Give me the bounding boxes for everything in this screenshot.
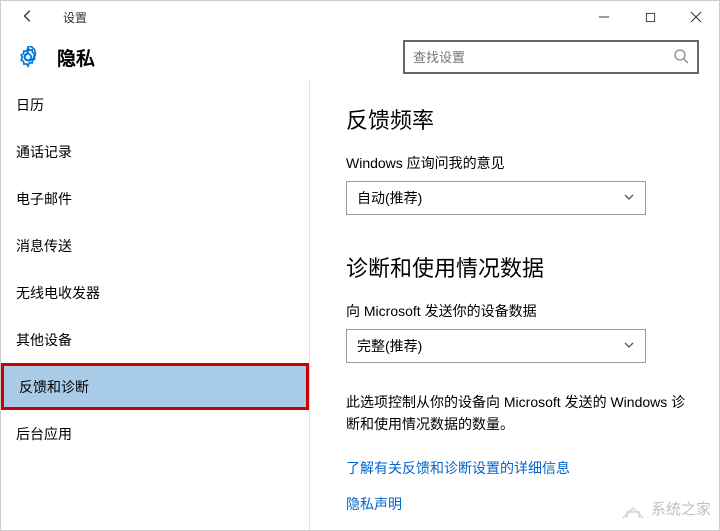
privacy-statement-link[interactable]: 隐私声明 — [346, 494, 687, 514]
sidebar-item-label: 通话记录 — [16, 142, 72, 162]
sidebar-item-background-apps[interactable]: 后台应用 — [1, 410, 309, 457]
sidebar-item-label: 日历 — [16, 95, 44, 115]
dropdown-value: 完整(推荐) — [357, 336, 623, 356]
sidebar-item-feedback-diagnostics[interactable]: 反馈和诊断 — [1, 363, 309, 410]
minimize-icon — [598, 11, 610, 23]
gear-icon — [17, 46, 39, 68]
diagnostics-heading: 诊断和使用情况数据 — [346, 251, 687, 283]
content: 日历 通话记录 电子邮件 消息传送 无线电收发器 其他设备 反馈和诊断 后台应用… — [1, 81, 719, 530]
sidebar: 日历 通话记录 电子邮件 消息传送 无线电收发器 其他设备 反馈和诊断 后台应用 — [1, 81, 310, 530]
diagnostics-label: 向 Microsoft 发送你的设备数据 — [346, 301, 687, 321]
maximize-button[interactable] — [627, 1, 673, 33]
sidebar-item-label: 反馈和诊断 — [19, 377, 89, 397]
arrow-left-icon — [21, 9, 35, 23]
minimize-button[interactable] — [581, 1, 627, 33]
sidebar-item-label: 消息传送 — [16, 236, 72, 256]
close-icon — [690, 11, 702, 23]
window-controls — [581, 1, 719, 33]
app-title: 设置 — [63, 9, 87, 26]
sidebar-item-radios[interactable]: 无线电收发器 — [1, 269, 309, 316]
search-box[interactable] — [403, 40, 699, 74]
sidebar-item-messaging[interactable]: 消息传送 — [1, 222, 309, 269]
sidebar-item-label: 后台应用 — [16, 424, 72, 444]
dropdown-value: 自动(推荐) — [357, 188, 623, 208]
sidebar-item-label: 电子邮件 — [16, 189, 72, 209]
maximize-icon — [645, 12, 656, 23]
sidebar-item-label: 无线电收发器 — [16, 283, 100, 303]
search-icon — [673, 48, 689, 67]
header-row: 隐私 — [1, 33, 719, 81]
learn-more-link[interactable]: 了解有关反馈和诊断设置的详细信息 — [346, 458, 687, 478]
search-input[interactable] — [413, 50, 673, 65]
sidebar-item-email[interactable]: 电子邮件 — [1, 175, 309, 222]
sidebar-item-calendar[interactable]: 日历 — [1, 81, 309, 128]
titlebar: 设置 — [1, 1, 719, 33]
diagnostics-dropdown[interactable]: 完整(推荐) — [346, 329, 646, 363]
feedback-frequency-heading: 反馈频率 — [346, 103, 687, 135]
feedback-frequency-label: Windows 应询问我的意见 — [346, 153, 687, 173]
sidebar-item-call-history[interactable]: 通话记录 — [1, 128, 309, 175]
diagnostics-description: 此选项控制从你的设备向 Microsoft 发送的 Windows 诊断和使用情… — [346, 391, 687, 436]
sidebar-item-label: 其他设备 — [16, 330, 72, 350]
sidebar-item-other-devices[interactable]: 其他设备 — [1, 316, 309, 363]
chevron-down-icon — [623, 338, 635, 354]
main-panel: 反馈频率 Windows 应询问我的意见 自动(推荐) 诊断和使用情况数据 向 … — [310, 81, 719, 530]
back-button[interactable] — [13, 5, 43, 30]
chevron-down-icon — [623, 190, 635, 206]
close-button[interactable] — [673, 1, 719, 33]
page-title: 隐私 — [57, 44, 95, 71]
feedback-frequency-dropdown[interactable]: 自动(推荐) — [346, 181, 646, 215]
